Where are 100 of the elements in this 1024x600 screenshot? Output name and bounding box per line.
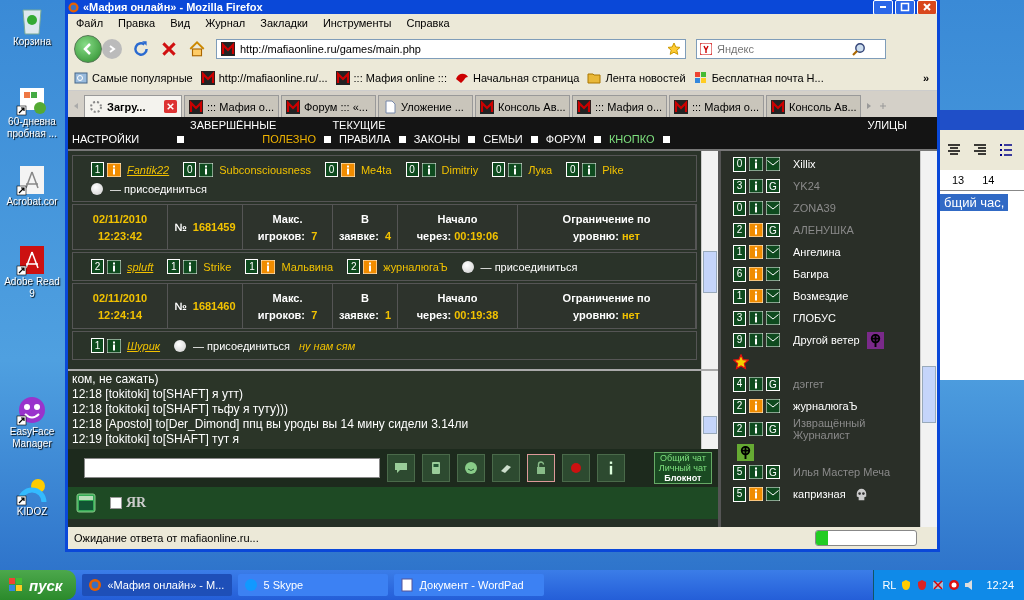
- nav-link[interactable]: ЗАВЕРШЁННЫЕ: [190, 119, 277, 131]
- close-tab-icon[interactable]: [164, 100, 177, 113]
- player-name[interactable]: Другой ветер: [793, 334, 860, 346]
- nav-link[interactable]: ФОРУМ: [545, 133, 586, 145]
- player-name[interactable]: Subconsciousness: [219, 163, 311, 176]
- chat-mode-tab[interactable]: Общий чат: [660, 453, 706, 463]
- info-icon[interactable]: [749, 377, 763, 391]
- align-right-icon[interactable]: [972, 142, 988, 158]
- envelope-icon[interactable]: [766, 267, 780, 281]
- menu-item[interactable]: Правка: [118, 17, 156, 29]
- game-badge[interactable]: G: [766, 179, 780, 193]
- info-icon[interactable]: [749, 157, 763, 171]
- scrollbar[interactable]: [920, 151, 937, 527]
- player-name[interactable]: ГЛОБУС: [793, 312, 836, 324]
- menu-item[interactable]: Журнал: [205, 17, 246, 29]
- game-badge[interactable]: G: [766, 422, 780, 436]
- address-bar[interactable]: http://mafiaonline.ru/games/main.php: [216, 39, 686, 59]
- info-icon[interactable]: [107, 162, 121, 177]
- circle-icon[interactable]: [948, 579, 961, 591]
- bullet-list-icon[interactable]: [998, 142, 1014, 158]
- player-name[interactable]: Возмездие: [793, 290, 849, 302]
- chat-mode-tab[interactable]: Личный чат: [658, 463, 707, 473]
- player-name[interactable]: Шурик: [127, 339, 161, 352]
- taskbar-button[interactable]: 5 Skype: [238, 574, 389, 596]
- browser-tab[interactable]: ::: Мафия о...: [572, 95, 667, 117]
- bookmark-item[interactable]: Бесплатная почта Н...: [693, 71, 824, 85]
- envelope-icon[interactable]: [766, 201, 780, 215]
- player-name[interactable]: Мальвина: [281, 260, 334, 273]
- browser-tab[interactable]: Консоль Ав...: [475, 95, 570, 117]
- nav-link[interactable]: ТЕКУЩИЕ: [332, 119, 386, 131]
- phone-button[interactable]: [422, 454, 450, 482]
- search-icon[interactable]: [852, 42, 866, 56]
- join-radio-button[interactable]: [174, 339, 187, 352]
- bookmark-item[interactable]: http://mafiaonline.ru/...: [200, 71, 328, 85]
- browser-tab[interactable]: Консоль Ав...: [766, 95, 861, 117]
- chat-mode-tab[interactable]: Блокнот: [664, 473, 702, 483]
- game-badge[interactable]: G: [766, 223, 780, 237]
- info-icon[interactable]: [183, 259, 198, 274]
- close-button[interactable]: [917, 0, 937, 15]
- info-icon[interactable]: [582, 162, 597, 177]
- info-icon[interactable]: [261, 259, 276, 274]
- browser-tab[interactable]: Загру...: [84, 95, 182, 117]
- envelope-icon[interactable]: [766, 245, 780, 259]
- star-icon[interactable]: [667, 42, 681, 56]
- bookmark-item[interactable]: Самые популярные: [74, 71, 193, 85]
- maximize-button[interactable]: [895, 0, 915, 15]
- info-icon[interactable]: [749, 422, 763, 436]
- player-name[interactable]: АЛЕНУШКА: [793, 224, 854, 236]
- nav-link[interactable]: ПРАВИЛА: [339, 133, 391, 145]
- eraser-button[interactable]: [492, 454, 520, 482]
- search-input-field[interactable]: Яндекс: [715, 42, 849, 56]
- bookmark-item[interactable]: Начальная страница: [455, 71, 580, 85]
- scrollbar[interactable]: [701, 371, 718, 449]
- smiley-button[interactable]: [457, 454, 485, 482]
- info-icon[interactable]: [421, 162, 436, 177]
- language-indicator[interactable]: RL: [882, 579, 897, 591]
- player-name[interactable]: Илья Мастер Меча: [793, 466, 891, 478]
- search-engine-icon[interactable]: [700, 43, 712, 55]
- info-icon[interactable]: [340, 162, 355, 177]
- player-name[interactable]: журналюгаЪ: [383, 260, 448, 273]
- join-radio-button[interactable]: [91, 183, 103, 195]
- chat-button[interactable]: [387, 454, 415, 482]
- menu-item[interactable]: Инструменты: [322, 17, 392, 29]
- menu-item[interactable]: Файл: [76, 17, 104, 29]
- player-name[interactable]: капризная: [793, 488, 846, 500]
- info-icon[interactable]: [107, 259, 121, 274]
- menu-item[interactable]: Закладки: [260, 17, 308, 29]
- info-icon[interactable]: [749, 311, 763, 325]
- player-name[interactable]: дэггет: [793, 378, 824, 390]
- player-name[interactable]: Лука: [528, 163, 553, 176]
- network-icon[interactable]: [932, 579, 945, 591]
- envelope-icon[interactable]: [766, 157, 780, 171]
- info-button[interactable]: [597, 454, 625, 482]
- envelope-icon[interactable]: [766, 399, 780, 413]
- bookmark-item[interactable]: Лента новостей: [587, 71, 686, 85]
- back-button[interactable]: [74, 35, 102, 63]
- envelope-icon[interactable]: [766, 487, 780, 501]
- nav-link[interactable]: ПОЛЕЗНО: [262, 133, 316, 145]
- player-name[interactable]: Fantik22: [127, 163, 170, 176]
- info-icon[interactable]: [199, 162, 214, 177]
- align-center-icon[interactable]: [946, 142, 962, 158]
- window-icon[interactable]: [76, 493, 96, 513]
- browser-tab[interactable]: Форум ::: «...: [281, 95, 376, 117]
- nav-link[interactable]: ЗАКОНЫ: [413, 133, 461, 145]
- player-name[interactable]: ZONA39: [793, 202, 836, 214]
- info-icon[interactable]: [749, 179, 763, 193]
- join-radio-button[interactable]: [461, 260, 474, 273]
- search-bar[interactable]: Яндекс: [696, 39, 886, 59]
- player-name[interactable]: Pike: [602, 163, 624, 176]
- info-icon[interactable]: [363, 259, 378, 274]
- game-badge[interactable]: G: [766, 377, 780, 391]
- info-icon[interactable]: [749, 465, 763, 479]
- scrollbar[interactable]: [701, 151, 718, 369]
- stop-icon[interactable]: [160, 40, 178, 58]
- nav-link[interactable]: УЛИЦЫ: [867, 119, 907, 131]
- nav-link[interactable]: НАСТРОЙКИ: [72, 133, 140, 145]
- smiley-face-icon[interactable]: [16, 394, 48, 426]
- player-name[interactable]: Me4ta: [360, 163, 392, 176]
- player-name[interactable]: Багира: [793, 268, 829, 280]
- info-icon[interactable]: [749, 201, 763, 215]
